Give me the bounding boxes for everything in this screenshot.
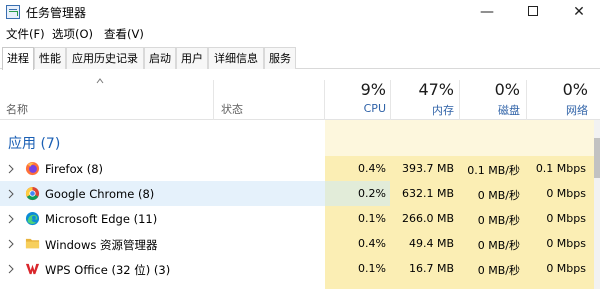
process-disk: 0 MB/秒 [477, 264, 520, 277]
sort-ascending-icon[interactable] [96, 78, 104, 84]
column-cpu[interactable]: CPU [330, 102, 386, 115]
tab-services[interactable]: 服务 [264, 47, 296, 69]
tab-startup[interactable]: 启动 [144, 47, 176, 69]
process-row-chrome[interactable]: Google Chrome (8) 0.2% 632.1 MB 0 MB/秒 0… [0, 181, 594, 206]
process-disk: 0.1 MB/秒 [467, 164, 520, 177]
column-disk[interactable]: 磁盘 [462, 102, 520, 118]
scrollbar-thumb[interactable] [594, 138, 600, 178]
chevron-right-icon[interactable] [8, 264, 14, 274]
tab-processes[interactable]: 进程 [2, 47, 34, 70]
process-row-firefox[interactable]: Firefox (8) 0.4% 393.7 MB 0.1 MB/秒 0.1 M… [0, 156, 594, 181]
process-cpu: 0.1% [358, 262, 386, 275]
firefox-icon [25, 161, 40, 176]
process-row-edge[interactable]: Microsoft Edge (11) 0.1% 266.0 MB 0 MB/秒… [0, 206, 594, 231]
close-button[interactable]: ✕ [556, 0, 600, 24]
maximize-icon [528, 6, 538, 16]
process-cpu: 0.2% [358, 187, 386, 200]
process-cpu: 0.4% [358, 162, 386, 175]
task-manager-app-icon [6, 5, 20, 19]
process-memory: 49.4 MB [408, 237, 454, 250]
process-name: Windows 资源管理器 [45, 238, 158, 252]
vertical-scrollbar[interactable] [594, 120, 600, 289]
process-name: Microsoft Edge (11) [45, 212, 158, 226]
group-apps-heading[interactable]: 应用 (7) [8, 133, 60, 153]
wps-icon [25, 263, 40, 275]
menu-view[interactable]: 查看(V) [104, 26, 144, 42]
tab-bar: 进程 性能 应用历史记录 启动 用户 详细信息 服务 [0, 47, 600, 70]
process-memory: 16.7 MB [408, 262, 454, 275]
process-cpu: 0.4% [358, 237, 386, 250]
menu-options[interactable]: 选项(O) [52, 26, 93, 42]
process-name: Google Chrome (8) [45, 187, 155, 201]
tab-details[interactable]: 详细信息 [208, 47, 264, 69]
process-cpu: 0.1% [358, 212, 386, 225]
column-header: 名称 状态 9% CPU 47% 内存 0% 磁盘 0% 网络 [0, 70, 600, 120]
title-bar: 任务管理器 — ✕ [0, 0, 600, 24]
chrome-icon [25, 186, 40, 201]
chevron-right-icon[interactable] [8, 214, 14, 224]
process-name: WPS Office (32 位) (3) [45, 263, 171, 277]
column-memory[interactable]: 内存 [394, 102, 454, 118]
process-disk: 0 MB/秒 [477, 239, 520, 252]
process-memory: 266.0 MB [401, 212, 454, 225]
column-status[interactable]: 状态 [221, 101, 243, 117]
chevron-right-icon[interactable] [8, 189, 14, 199]
menu-bar: 文件(F) 选项(O) 查看(V) [0, 26, 600, 44]
network-total-percent: 0% [562, 80, 588, 99]
column-network[interactable]: 网络 [530, 102, 588, 118]
process-disk: 0 MB/秒 [477, 214, 520, 227]
chevron-right-icon[interactable] [8, 239, 14, 249]
edge-icon [25, 211, 40, 226]
column-divider[interactable] [459, 80, 460, 120]
memory-total-percent: 47% [418, 80, 454, 99]
process-network: 0 Mbps [546, 187, 586, 200]
disk-total-percent: 0% [494, 80, 520, 99]
cpu-total-percent: 9% [360, 80, 386, 99]
tab-performance[interactable]: 性能 [34, 47, 66, 69]
process-network: 0 Mbps [546, 237, 586, 250]
window-title: 任务管理器 [26, 6, 87, 20]
process-disk: 0 MB/秒 [477, 189, 520, 202]
column-divider[interactable] [324, 80, 325, 120]
folder-icon [25, 238, 40, 249]
column-divider[interactable] [213, 80, 214, 120]
maximize-button[interactable] [510, 0, 556, 24]
column-name[interactable]: 名称 [6, 101, 28, 117]
chevron-right-icon[interactable] [8, 164, 14, 174]
process-memory: 632.1 MB [401, 187, 454, 200]
tab-app-history[interactable]: 应用历史记录 [66, 47, 144, 69]
tab-users[interactable]: 用户 [176, 47, 208, 69]
column-divider[interactable] [390, 80, 391, 120]
minimize-button[interactable]: — [464, 0, 510, 24]
process-network: 0 Mbps [546, 212, 586, 225]
process-row-wps[interactable]: WPS Office (32 位) (3) 0.1% 16.7 MB 0 MB/… [0, 256, 594, 281]
menu-file[interactable]: 文件(F) [6, 26, 45, 42]
process-network: 0.1 Mbps [535, 162, 586, 175]
process-name: Firefox (8) [45, 162, 104, 176]
process-network: 0 Mbps [546, 262, 586, 275]
process-row-explorer[interactable]: Windows 资源管理器 0.4% 49.4 MB 0 MB/秒 0 Mbps [0, 231, 594, 256]
column-divider[interactable] [526, 80, 527, 120]
process-memory: 393.7 MB [401, 162, 454, 175]
